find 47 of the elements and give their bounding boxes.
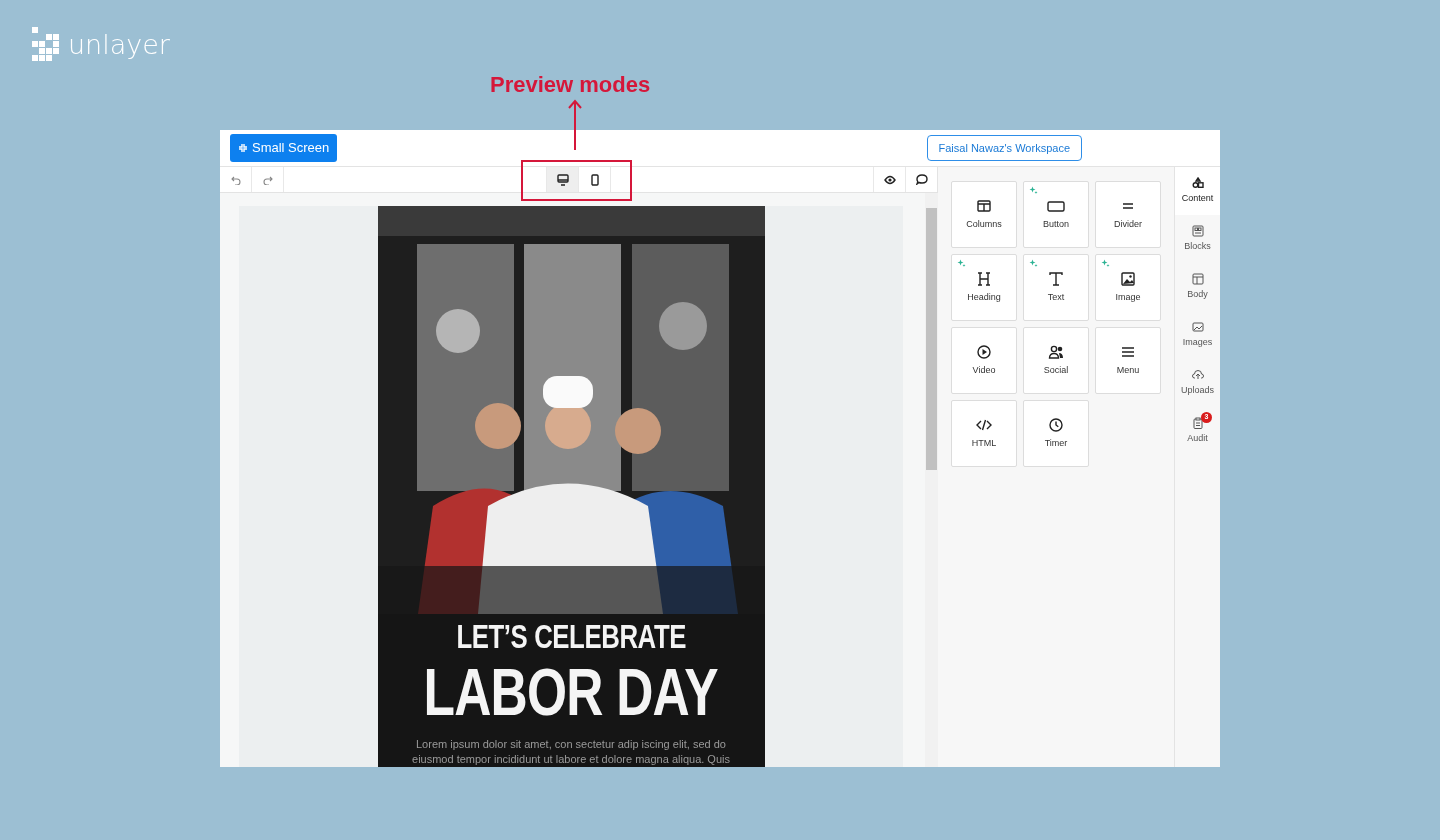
headline: LABOR DAY [423,659,719,725]
tool-tile[interactable]: Timer [1023,400,1089,467]
play-icon [976,343,992,360]
workspace-button[interactable]: Faisal Nawaz's Workspace [926,134,1082,162]
sidebar-tab[interactable]: Content [1175,167,1220,215]
layout-icon [1191,272,1204,285]
phone-icon [588,173,601,186]
monitor-icon [556,173,569,186]
tool-tile[interactable]: HTML [951,400,1017,467]
gallery-icon [1191,320,1204,333]
desktop-preview-button[interactable] [547,167,579,192]
tool-tile[interactable]: Divider [1095,181,1161,248]
tool-tile[interactable]: Image [1095,254,1161,321]
sidebar-tab[interactable]: Uploads [1175,359,1220,407]
text-icon [1048,270,1064,287]
heading-icon [976,270,992,287]
logo-icon [32,27,60,62]
scrollbar-thumb[interactable] [926,208,937,470]
redo-icon [262,174,273,185]
eye-icon [883,174,896,185]
collapse-icon [238,143,248,153]
resize-button[interactable]: Small Screen [230,134,338,162]
annotation-arrow [567,98,583,150]
people-icon [1048,343,1064,360]
sidebar-tab[interactable]: Images [1175,311,1220,359]
sidebar-tab[interactable]: Blocks [1175,215,1220,263]
columns-icon [976,197,992,214]
tool-tile[interactable]: Social [1023,327,1089,394]
sidebar-tab[interactable]: Body [1175,263,1220,311]
headline: LET’S CELEBRATE [456,620,686,653]
tool-tile[interactable]: Video [951,327,1017,394]
tool-tile[interactable]: Button [1023,181,1089,248]
clipboard-icon [1191,416,1204,429]
undo-icon [230,174,241,185]
annotation-label: Preview modes [490,71,651,99]
cloud-upload-icon [1191,368,1204,381]
comment-icon [915,174,928,185]
tool-tile[interactable]: Heading [951,254,1017,321]
tool-tile[interactable]: Columns [951,181,1017,248]
tool-tile[interactable]: Menu [1095,327,1161,394]
clock-icon [1048,416,1064,433]
body-text: Lorem ipsum dolor sit amet, con sectetur adip iscing elit, sed do eiusmod tempor incididunt ut labore et dolore magna aliqua. Quis [411,737,731,767]
tool-tile[interactable]: Text [1023,254,1089,321]
blocks-icon [1191,224,1204,237]
image-icon [1120,270,1136,287]
brand-name: unlayer [68,31,170,58]
shapes-icon [1191,176,1204,189]
